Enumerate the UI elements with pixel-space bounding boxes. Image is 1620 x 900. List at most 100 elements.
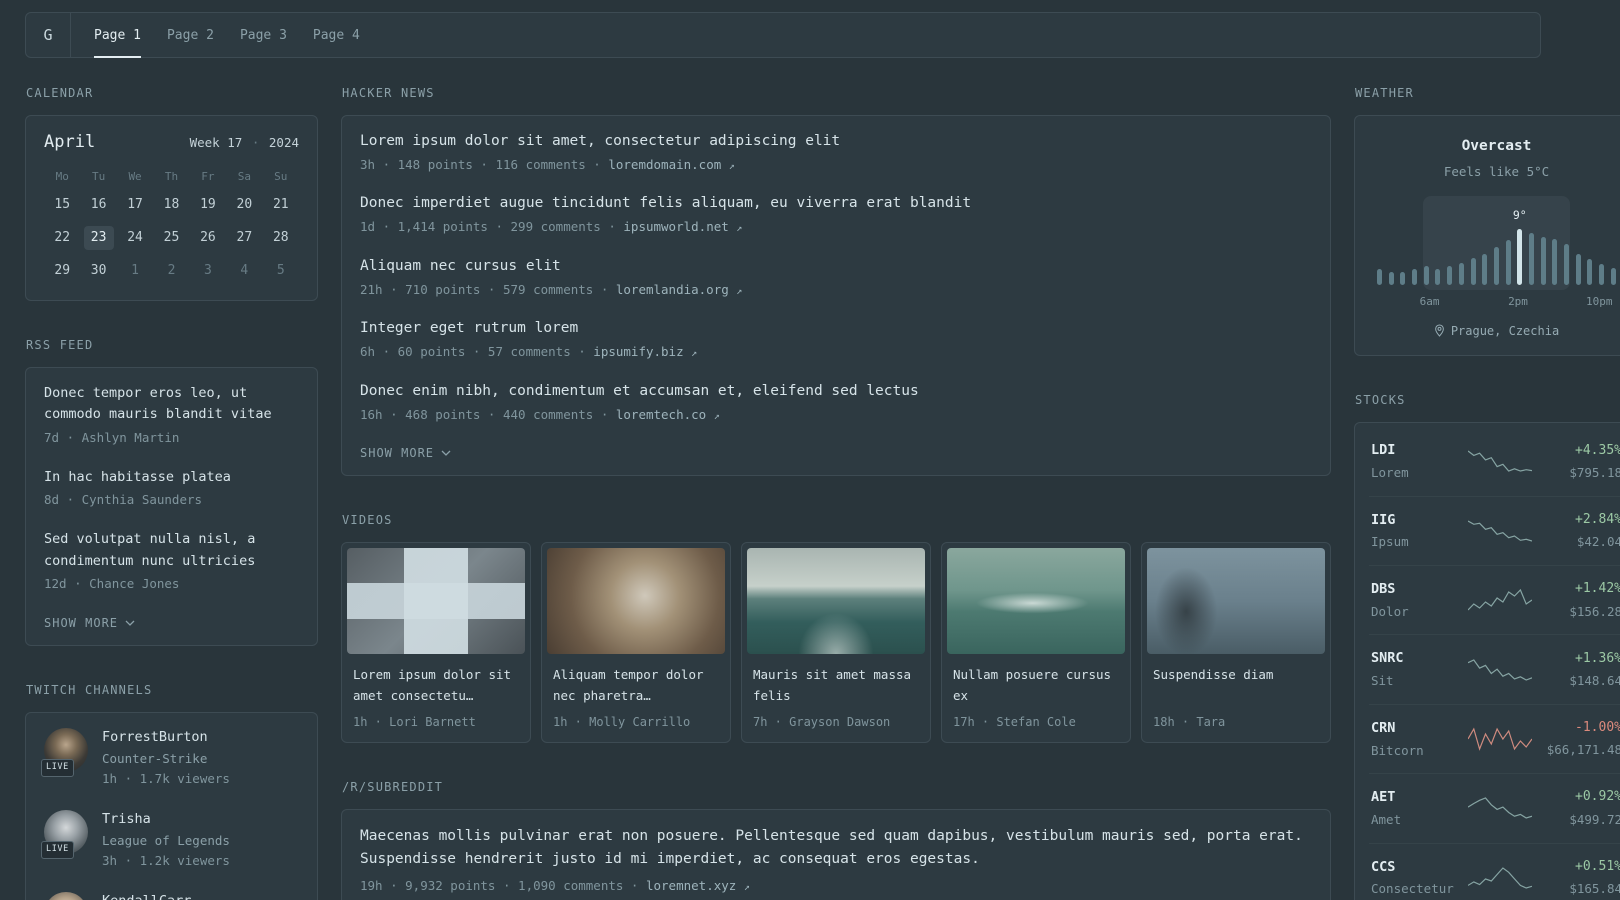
stock-values: +1.36% $148.64	[1538, 650, 1620, 690]
external-link-icon: ↗	[743, 882, 750, 894]
tab-page-2[interactable]: Page 2	[154, 13, 227, 57]
calendar-day-of-week: Mo	[55, 169, 69, 183]
video-card[interactable]: Mauris sit amet massa felis 7h · Grayson …	[741, 542, 931, 744]
hn-item-title[interactable]: Aliquam nec cursus elit	[360, 256, 1312, 278]
subreddit-post-title[interactable]: Maecenas mollis pulvinar erat non posuer…	[360, 825, 1312, 871]
calendar-header-row: April Week 17 · 2024	[44, 131, 299, 155]
stock-change: +1.36%	[1575, 650, 1620, 666]
rss-show-more-button[interactable]: SHOW MORE	[44, 613, 135, 630]
weather-bar	[1610, 201, 1616, 285]
rss-widget-title: RSS FEED	[26, 337, 94, 352]
hn-item-title[interactable]: Integer eget rutrum lorem	[360, 318, 1312, 340]
calendar-widget: CALENDAR April Week 17 · 2024 Mo Tu We Th Fr…	[25, 85, 318, 301]
twitch-channel[interactable]: LIVE ForrestBurton Counter-Strike 1h · 1.7k…	[41, 727, 299, 789]
hn-item-info: 3h · 148 points · 116 comments ·	[360, 156, 609, 172]
video-thumbnail	[747, 548, 925, 655]
video-card[interactable]: Lorem ipsum dolor sit amet consectetu… 1h…	[341, 542, 531, 744]
stock-price: $42.04	[1576, 534, 1620, 550]
stock-id: CRN Bitcorn	[1371, 719, 1462, 759]
hn-item-title[interactable]: Donec enim nibh, condimentum et accumsan…	[360, 381, 1312, 403]
stock-price: $795.18	[1569, 464, 1620, 480]
video-thumbnail	[947, 548, 1125, 655]
stock-sparkline	[1468, 587, 1532, 613]
video-title: Nullam posuere cursus ex	[953, 667, 1112, 704]
hn-item-title[interactable]: Donec imperdiet augue tincidunt felis al…	[360, 193, 1312, 215]
stock-change: -1.00%	[1575, 720, 1620, 736]
rss-item-title[interactable]: Sed volutpat nulla nisl, a condimentum n…	[44, 529, 299, 572]
nav-tabs: Page 1 Page 2 Page 3 Page 4	[71, 13, 383, 58]
tab-page-4[interactable]: Page 4	[300, 13, 373, 57]
hn-item-domain[interactable]: loremdomain.com ↗	[608, 157, 734, 172]
calendar-grid: Mo Tu We Th Fr Sa Su 15 16 17 18 19 20 21 22 23 24 25 26 27…	[44, 169, 299, 283]
hn-item-domain[interactable]: ipsumify.biz ↗	[593, 344, 697, 359]
weather-bar	[1470, 201, 1476, 285]
calendar-day: 23	[83, 225, 114, 250]
stock-row[interactable]: AET Amet +0.92% $499.72	[1369, 773, 1620, 842]
sparkline-chart	[1468, 520, 1532, 542]
calendar-day-of-week: Tu	[92, 169, 106, 183]
twitch-channel[interactable]: LIVE Trisha League of Legends 3h · 1.2k vie…	[41, 809, 299, 871]
twitch-channel-meta: 1h · 1.7k viewers	[102, 771, 230, 787]
hn-item-domain[interactable]: loremlandia.org ↗	[616, 282, 742, 297]
video-card[interactable]: Aliquam tempor dolor nec pharetra… 1h · M…	[541, 542, 731, 744]
subreddit-post-info: 19h · 9,932 points · 1,090 comments ·	[360, 878, 646, 894]
top-nav-bar: G Page 1 Page 2 Page 3 Page 4	[25, 12, 1541, 58]
video-card[interactable]: Nullam posuere cursus ex 17h · Stefan Col…	[941, 542, 1131, 744]
subreddit-post-domain[interactable]: loremnet.xyz ↗	[646, 878, 750, 893]
calendar-day: 22	[54, 229, 71, 245]
tab-page-1[interactable]: Page 1	[81, 13, 154, 58]
stock-row[interactable]: CCS Consectetur +0.51% $165.84	[1369, 842, 1620, 900]
hn-item-info: 21h · 710 points · 579 comments ·	[360, 281, 616, 297]
rss-card: Donec tempor eros leo, ut commodo mauris…	[25, 366, 318, 646]
weather-bar	[1552, 201, 1558, 285]
rss-item: In hac habitasse platea 8d · Cynthia Saun…	[44, 467, 299, 510]
hn-show-more-button[interactable]: SHOW MORE	[360, 443, 451, 460]
twitch-channel-name: KendallCarr	[102, 892, 191, 900]
stock-symbol: CRN	[1371, 719, 1396, 736]
tab-page-3[interactable]: Page 3	[227, 13, 300, 57]
stock-row[interactable]: SNRC Sit +1.36% $148.64	[1369, 634, 1620, 703]
stock-row[interactable]: LDI Lorem +4.35% $795.18	[1369, 427, 1620, 495]
sparkline-chart	[1468, 589, 1532, 611]
stock-sparkline	[1468, 865, 1532, 891]
video-title: Mauris sit amet massa felis	[753, 667, 912, 704]
stocks-widget-title: STOCKS	[1355, 393, 1406, 408]
stock-id: IIG Ipsum	[1371, 511, 1462, 551]
rss-item-meta: 8d · Cynthia Saunders	[44, 492, 203, 508]
twitch-avatar-wrap: LIVE	[41, 809, 88, 859]
hackernews-widget: HACKER NEWS Lorem ipsum dolor sit amet, …	[341, 85, 1331, 477]
stock-row[interactable]: DBS Dolor +1.42% $156.28	[1369, 564, 1620, 634]
twitch-channel-info: KendallCarr	[102, 892, 191, 900]
calendar-day: 1	[131, 262, 139, 278]
stocks-list: LDI Lorem +4.35% $795.18 IIG Ipsum +2.84% $42.0…	[1369, 427, 1620, 900]
video-card[interactable]: Suspendisse diam 18h · Tara	[1141, 542, 1331, 744]
calendar-day: 20	[236, 196, 253, 212]
weather-bar	[1482, 201, 1488, 285]
hackernews-widget-title: HACKER NEWS	[342, 86, 435, 100]
chevron-down-icon	[441, 450, 451, 457]
video-title: Lorem ipsum dolor sit amet consectetu…	[353, 667, 512, 704]
subreddit-card: Maecenas mollis pulvinar erat non posuer…	[341, 808, 1331, 900]
weather-location-row: Prague, Czechia	[1371, 323, 1620, 340]
twitch-avatar-wrap: LIVE	[41, 727, 88, 777]
stock-row[interactable]: IIG Ipsum +2.84% $42.04	[1369, 495, 1620, 565]
hn-item-domain[interactable]: loremtech.co ↗	[616, 407, 720, 422]
hn-item-domain[interactable]: ipsumworld.net ↗	[623, 219, 742, 234]
stocks-widget: STOCKS LDI Lorem +4.35% $795.18 IIG Ipsum +2.8…	[1354, 392, 1620, 900]
calendar-day: 17	[127, 196, 143, 212]
rss-item-title[interactable]: Donec tempor eros leo, ut commodo mauris…	[44, 383, 299, 426]
hn-item-title[interactable]: Lorem ipsum dolor sit amet, consectetur …	[360, 131, 1312, 153]
weather-bar	[1458, 201, 1464, 285]
stock-row[interactable]: CRN Bitcorn -1.00% $66,171.48	[1369, 703, 1620, 773]
weather-bar-fill	[1587, 258, 1593, 285]
rss-item-title[interactable]: In hac habitasse platea	[44, 467, 299, 489]
twitch-channel[interactable]: LIVE KendallCarr	[44, 892, 299, 900]
stock-id: LDI Lorem	[1371, 441, 1462, 481]
weather-bar-fill	[1493, 246, 1499, 285]
hn-item: Integer eget rutrum lorem 6h · 60 points …	[360, 318, 1312, 362]
twitch-widget-title: TWITCH CHANNELS	[26, 683, 153, 697]
weather-bar	[1564, 201, 1569, 285]
sparkline-chart	[1468, 658, 1532, 681]
calendar-day-of-week: Su	[274, 169, 288, 183]
calendar-day: 16	[90, 196, 107, 212]
